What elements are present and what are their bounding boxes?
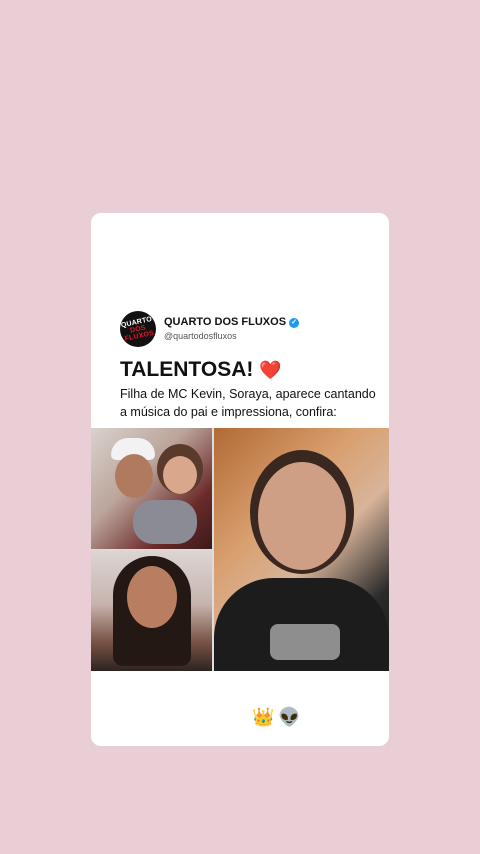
avatar-logo: QUARTO DOS FLUXOS [120,315,155,343]
headline-text: TALENTOSA! [120,358,254,381]
post-card[interactable]: QUARTO DOS FLUXOS QUARTO DOS FLUXOS ✓ @qu… [91,213,389,746]
crown-icon: 👑 [252,707,275,727]
sticker-row: 👑 👽 [252,707,305,728]
verified-icon: ✓ [289,318,300,328]
alien-icon: 👽 [278,707,301,727]
post-header: QUARTO DOS FLUXOS QUARTO DOS FLUXOS ✓ @qu… [120,311,370,347]
photo-father-daughter [91,428,212,549]
account-name-text: QUARTO DOS FLUXOS [164,316,287,328]
heart-icon: ❤️ [259,360,282,380]
account-name[interactable]: QUARTO DOS FLUXOS ✓ [164,316,300,328]
photo-collage[interactable] [91,428,389,671]
post-headline: TALENTOSA! ❤️ [120,358,282,382]
post-description: Filha de MC Kevin, Soraya, aparece canta… [120,387,376,419]
story-screen: { "post": { "account_name": "QUARTO DOS … [0,0,480,854]
account-handle: @quartodosfluxos [164,331,237,341]
photo-girl-portrait [91,550,212,671]
account-avatar[interactable]: QUARTO DOS FLUXOS [120,311,156,347]
photo-girl-singing [214,428,389,671]
